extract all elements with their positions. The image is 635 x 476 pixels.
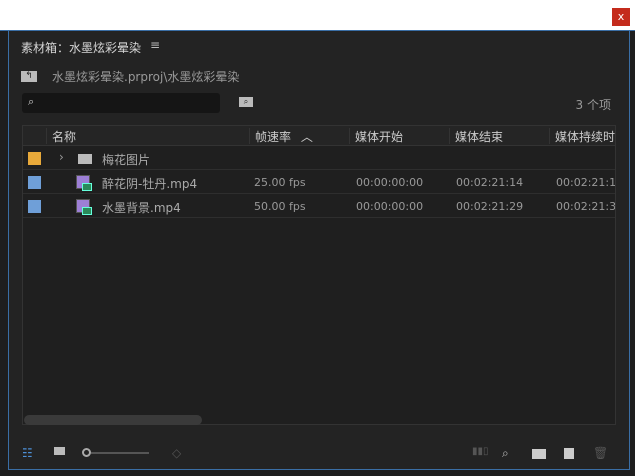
automate-to-sequence-icon[interactable]: ▮▮▯	[472, 446, 489, 457]
bin-table: 名称 帧速率 ︿ 媒体开始 媒体结束 媒体持续时间 › 梅花图片 醉花阴-牡丹.…	[22, 125, 616, 425]
item-name: 水墨背景.mp4	[102, 201, 181, 215]
sort-ascending-icon: ︿	[300, 130, 313, 144]
item-fps: 25.00 fps	[254, 176, 306, 189]
table-row[interactable]: 水墨背景.mp4 50.00 fps 00:00:00:00 00:02:21:…	[23, 195, 615, 218]
zoom-slider-track[interactable]	[91, 452, 149, 454]
table-row[interactable]: › 梅花图片	[23, 147, 615, 170]
column-header-name[interactable]: 名称	[46, 128, 76, 144]
folder-icon	[78, 154, 92, 164]
video-clip-icon	[76, 199, 92, 215]
item-name: 醉花阴-牡丹.mp4	[102, 177, 198, 191]
column-header-media-start[interactable]: 媒体开始	[349, 128, 403, 144]
item-name: 梅花图片	[102, 153, 151, 167]
horizontal-scrollbar[interactable]	[24, 415, 202, 425]
column-header-fps[interactable]: 帧速率 ︿	[249, 128, 313, 144]
search-icon: ⌕	[28, 95, 35, 108]
zoom-slider-handle[interactable]	[82, 448, 91, 457]
icon-view-icon[interactable]	[54, 447, 65, 457]
column-header-media-duration[interactable]: 媒体持续时间	[549, 128, 615, 144]
navigate-up-icon[interactable]: ↰	[21, 71, 37, 82]
panel-menu-icon[interactable]: ≡	[150, 38, 160, 52]
label-color-swatch[interactable]	[28, 152, 41, 165]
video-clip-icon	[76, 175, 92, 191]
item-media-end: 00:02:21:29	[456, 200, 524, 213]
project-bin-panel: 素材箱：水墨炫彩晕染 ≡ ↰ 水墨炫彩晕染.prproj\水墨炫彩晕染 ⌕ ⌕ …	[8, 31, 630, 470]
new-bin-icon[interactable]	[532, 449, 546, 459]
expand-chevron-icon[interactable]: ›	[59, 150, 64, 164]
trash-icon[interactable]: 🗑	[593, 446, 608, 460]
table-header: 名称 帧速率 ︿ 媒体开始 媒体结束 媒体持续时间	[23, 126, 615, 146]
item-count: 3 个项	[575, 98, 611, 112]
table-row[interactable]: 醉花阴-牡丹.mp4 25.00 fps 00:00:00:00 00:02:2…	[23, 171, 615, 194]
close-button[interactable]: x	[612, 8, 630, 26]
find-icon[interactable]: ⌕	[502, 446, 509, 461]
panel-title: 素材箱：水墨炫彩晕染	[21, 41, 142, 55]
breadcrumb: 水墨炫彩晕染.prproj\水墨炫彩晕染	[52, 70, 240, 84]
label-color-swatch[interactable]	[28, 200, 41, 213]
window-titlebar: x	[0, 0, 635, 31]
item-media-start: 00:00:00:00	[356, 200, 424, 213]
item-media-duration: 00:02:21:30	[556, 200, 616, 213]
column-header-media-end[interactable]: 媒体结束	[449, 128, 503, 144]
search-input[interactable]: ⌕	[22, 93, 220, 113]
new-item-icon[interactable]	[564, 448, 574, 459]
item-media-end: 00:02:21:14	[456, 176, 524, 189]
label-color-swatch[interactable]	[28, 176, 41, 189]
list-view-icon[interactable]: ☷	[22, 446, 33, 460]
find-in-bin-icon[interactable]: ⌕	[239, 97, 253, 107]
item-media-duration: 00:02:21:15	[556, 176, 616, 189]
column-label: 帧速率	[255, 130, 292, 144]
item-fps: 50.00 fps	[254, 200, 306, 213]
sort-icons-icon[interactable]: ◇	[172, 446, 181, 460]
item-media-start: 00:00:00:00	[356, 176, 424, 189]
